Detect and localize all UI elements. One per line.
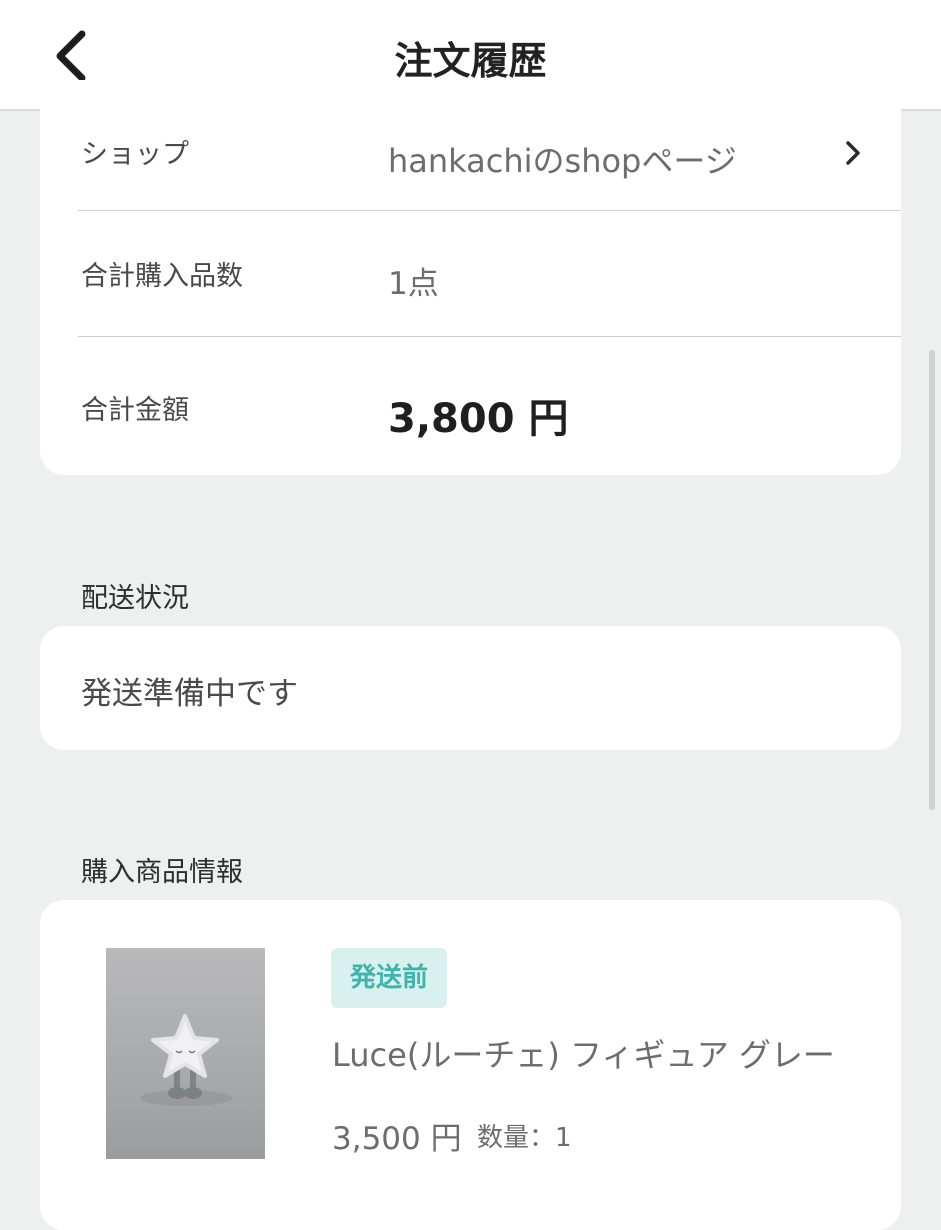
divider <box>78 336 901 337</box>
total-row: 合計金額 3,800 円 <box>78 386 901 446</box>
quantity-row: 合計購入品数 1点 <box>78 254 901 314</box>
shipping-status-text: 発送準備中です <box>81 676 298 712</box>
shop-label: ショップ <box>81 139 189 170</box>
quantity-value: 1点 <box>388 266 439 302</box>
chevron-right-icon <box>846 141 860 165</box>
scrollbar[interactable] <box>929 350 935 810</box>
page-title: 注文履歴 <box>394 39 547 83</box>
shipping-status-badge: 発送前 <box>331 948 447 1008</box>
order-summary-card: ショップ hankachiのshopページ 合計購入品数 1点 合計金額 3,8… <box>40 80 901 475</box>
product-image[interactable] <box>106 948 265 1159</box>
product-quantity: 数量：1 <box>477 1123 572 1153</box>
shop-link[interactable]: hankachiのshopページ <box>388 136 737 182</box>
shop-row[interactable]: ショップ hankachiのshopページ <box>78 132 901 192</box>
product-name[interactable]: Luce(ルーチェ) フィギュア グレー <box>332 1030 835 1076</box>
product-price: 3,500 円 <box>332 1121 462 1157</box>
product-card[interactable]: 発送前 Luce(ルーチェ) フィギュア グレー 3,500 円 数量：1 <box>40 900 901 1230</box>
total-label: 合計金額 <box>81 395 189 426</box>
shipping-status-card: 発送準備中です <box>40 626 901 750</box>
star-figure-illustration <box>140 1014 232 1106</box>
product-section-title: 購入商品情報 <box>81 857 243 888</box>
total-amount: 3,800 円 <box>388 396 569 442</box>
divider <box>78 210 901 211</box>
quantity-label: 合計購入品数 <box>81 261 243 292</box>
shipping-section-title: 配送状況 <box>81 583 189 614</box>
